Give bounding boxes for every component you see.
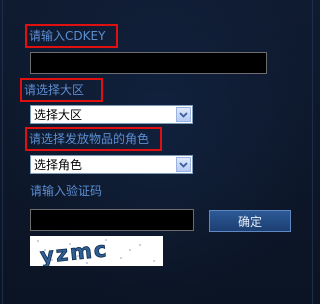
cdkey-input[interactable]	[30, 52, 267, 74]
region-select-value: 选择大区	[34, 108, 83, 122]
left-frame-line	[2, 0, 3, 304]
character-select-value: 选择角色	[34, 158, 83, 172]
character-select[interactable]: 选择角色	[30, 155, 193, 174]
region-label: 请选择大区	[20, 78, 103, 102]
right-frame-line	[312, 0, 313, 304]
confirm-button[interactable]: 确定	[209, 210, 291, 232]
cdkey-label: 请输入CDKEY	[25, 24, 118, 48]
captcha-image[interactable]: yzmc	[30, 236, 163, 269]
captcha-input[interactable]	[30, 209, 194, 231]
region-select[interactable]: 选择大区	[30, 105, 193, 124]
chevron-down-icon[interactable]	[176, 157, 191, 172]
captcha-label: 请输入验证码	[30, 184, 103, 198]
character-label: 请选择发放物品的角色	[25, 127, 162, 151]
chevron-down-icon[interactable]	[176, 107, 191, 122]
